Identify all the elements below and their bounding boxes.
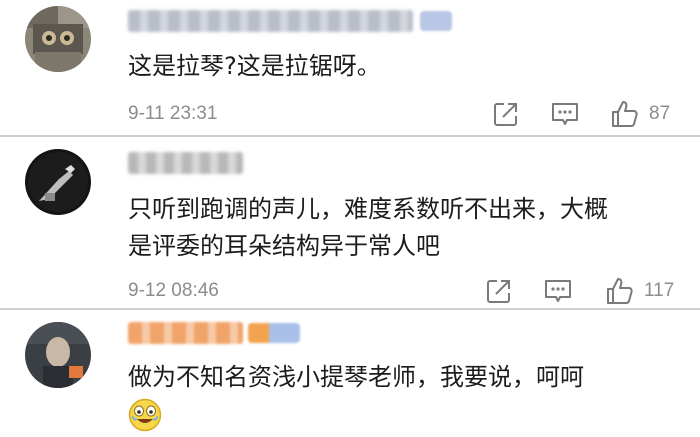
comment-text-line: 这是拉琴?这是拉锯呀。: [128, 52, 381, 80]
comment-time: 9-12 08:46: [128, 280, 219, 301]
comment-text: 只听到跑调的声儿，难度系数听不出来，大概 是评委的耳朵结构异于常人吧: [128, 191, 608, 265]
username-blurred[interactable]: [128, 10, 413, 32]
comment-text-line: 是评委的耳朵结构异于常人吧: [128, 232, 440, 260]
share-button[interactable]: [484, 276, 514, 306]
comment-list: 这是拉琴?这是拉锯呀。 9-11 23:31 87 只听到跑调的声儿，难度系数听…: [0, 0, 700, 437]
comment-meta: 9-11 23:31 87: [128, 99, 688, 131]
laughing-emoji-icon: [128, 398, 162, 432]
comment-text-line: 做为不知名资浅小提琴老师，我要说，呵呵: [128, 363, 584, 391]
user-badge: [420, 11, 452, 31]
like-icon: [607, 278, 633, 304]
avatar[interactable]: [25, 322, 91, 388]
reply-button[interactable]: [550, 99, 580, 129]
reply-button[interactable]: [543, 276, 573, 306]
like-button[interactable]: 117: [605, 276, 674, 306]
share-icon: [494, 103, 517, 126]
avatar[interactable]: [25, 6, 91, 72]
reply-icon: [545, 280, 571, 302]
comment-item: 只听到跑调的声儿，难度系数听不出来，大概 是评委的耳朵结构异于常人吧 9-12 …: [0, 137, 700, 310]
share-icon: [487, 280, 510, 303]
like-count: 117: [644, 280, 675, 301]
avatar[interactable]: [25, 149, 91, 215]
comment-item: 这是拉琴?这是拉锯呀。 9-11 23:31 87: [0, 0, 700, 137]
comment-item: 做为不知名资浅小提琴老师，我要说，呵呵: [0, 310, 700, 437]
username-blurred[interactable]: [128, 322, 243, 344]
comment-text: 做为不知名资浅小提琴老师，我要说，呵呵: [128, 359, 584, 396]
comment-text-line: 只听到跑调的声儿，难度系数听不出来，大概: [128, 195, 608, 223]
share-button[interactable]: [491, 99, 521, 129]
username-blurred[interactable]: [128, 152, 243, 174]
like-count: 87: [649, 103, 671, 124]
like-icon: [612, 101, 638, 127]
comment-time: 9-11 23:31: [128, 103, 218, 124]
comment-meta: 9-12 08:46 117: [128, 276, 688, 308]
reply-icon: [552, 103, 578, 125]
like-button[interactable]: 87: [610, 99, 670, 129]
user-badge: [248, 323, 300, 343]
comment-text: 这是拉琴?这是拉锯呀。: [128, 48, 381, 85]
